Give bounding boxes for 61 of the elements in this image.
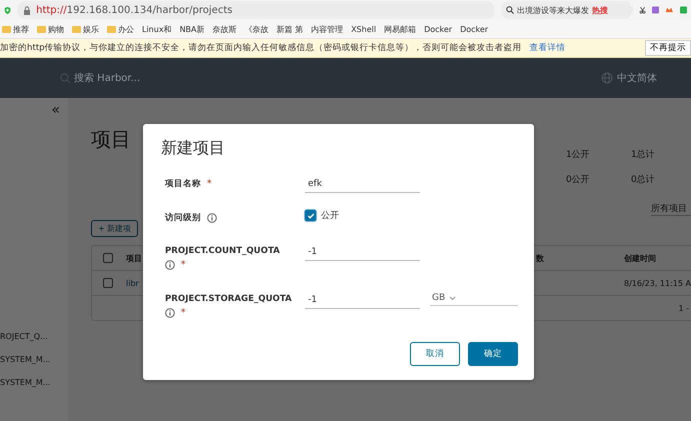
pagination-text: 1 - bbox=[678, 304, 689, 312]
bookmark-item[interactable]: 新篇 第 bbox=[276, 24, 304, 34]
scissors-icon[interactable] bbox=[639, 5, 646, 15]
info-icon[interactable] bbox=[207, 213, 217, 223]
sidebar-item[interactable]: SYSTEM_M... bbox=[0, 355, 50, 364]
search-placeholder[interactable]: 搜索 Harbor... bbox=[74, 71, 140, 85]
row-checkbox[interactable] bbox=[103, 278, 113, 288]
bookmark-item[interactable]: Docker bbox=[460, 24, 488, 34]
unit-select[interactable]: GB bbox=[430, 291, 518, 306]
bookmark-item[interactable]: 办公 bbox=[107, 24, 134, 34]
info-icon[interactable] bbox=[165, 308, 175, 318]
search-icon bbox=[60, 72, 71, 84]
collapse-toggle[interactable]: « bbox=[51, 102, 60, 118]
info-icon[interactable] bbox=[165, 260, 175, 270]
project-stat: 1公开 bbox=[566, 148, 591, 161]
details-link[interactable]: 查看详情 bbox=[530, 42, 566, 54]
field-label: PROJECT.COUNT_QUOTA bbox=[165, 246, 280, 256]
table-cell: 8/16/23, 11:15 A bbox=[624, 278, 691, 288]
globe-icon bbox=[601, 72, 613, 84]
bookmark-item[interactable]: NBA新 bbox=[180, 24, 205, 34]
dialog-title: 新建项目 bbox=[161, 138, 226, 159]
column-header: 数 bbox=[536, 252, 544, 264]
cancel-button[interactable]: 取消 bbox=[410, 342, 460, 366]
sidebar-item[interactable]: ROJECT_Q... bbox=[0, 332, 48, 341]
checkbox-label: 公开 bbox=[321, 210, 339, 222]
project-filter[interactable]: 所有项目 bbox=[651, 202, 691, 216]
bookmark-item[interactable]: 奈故斯 bbox=[212, 24, 237, 34]
search-icon bbox=[506, 6, 514, 14]
field-label: 访问级别 bbox=[165, 212, 201, 224]
caret-icon bbox=[449, 296, 456, 300]
address-bar[interactable]: http://192.168.100.134/harbor/projects bbox=[17, 1, 496, 19]
search-field[interactable]: 出境游设等来大爆发 热搜 bbox=[501, 1, 634, 19]
bookmark-item[interactable]: Linux和 bbox=[142, 24, 172, 34]
language-menu[interactable]: 中文简体 bbox=[617, 71, 657, 85]
checkbox[interactable] bbox=[305, 210, 316, 221]
sidebar-item[interactable]: SYSTEM_M... bbox=[0, 378, 50, 387]
shield-icon bbox=[4, 4, 12, 16]
security-warning: 加密的http传输协议，与你建立的连接不安全，请勿在页面内输入任何敏感信息（密码或银行卡信息等），否则可能会被攻击者盗用 bbox=[0, 42, 522, 54]
bookmark-item[interactable]: Docker bbox=[424, 24, 452, 34]
column-header: 创建时间 bbox=[624, 252, 656, 264]
insecure-lock-icon bbox=[23, 6, 32, 14]
required-mark: * bbox=[181, 308, 186, 318]
bookmark-item[interactable]: 娱乐 bbox=[72, 24, 99, 34]
page-title: 项目 bbox=[91, 126, 131, 153]
project-stat: 0公开 bbox=[566, 174, 591, 186]
field-label: 项目名称 bbox=[165, 178, 201, 190]
bookmark-item[interactable]: 推荐 bbox=[2, 24, 29, 34]
bookmark-item[interactable]: XShell bbox=[351, 24, 376, 34]
column-header: 项目 bbox=[126, 252, 142, 264]
bookmark-item[interactable]: 网易邮箱 bbox=[384, 24, 416, 34]
required-mark: * bbox=[181, 260, 186, 270]
bookmark-item[interactable]: 内容管理 bbox=[311, 24, 344, 34]
field-label: PROJECT.STORAGE_QUOTA bbox=[165, 294, 292, 304]
project-stat: 0总计 bbox=[631, 174, 656, 186]
dismiss-button[interactable]: 不再提示 bbox=[645, 40, 691, 56]
project-stat: 1总计 bbox=[631, 148, 656, 161]
required-mark: * bbox=[207, 179, 212, 189]
confirm-button[interactable]: 确定 bbox=[468, 342, 518, 366]
bookmark-item[interactable]: 《奈故 bbox=[244, 24, 269, 34]
bookmark-item[interactable]: 购物 bbox=[37, 24, 64, 34]
select-all-checkbox[interactable] bbox=[103, 253, 113, 263]
